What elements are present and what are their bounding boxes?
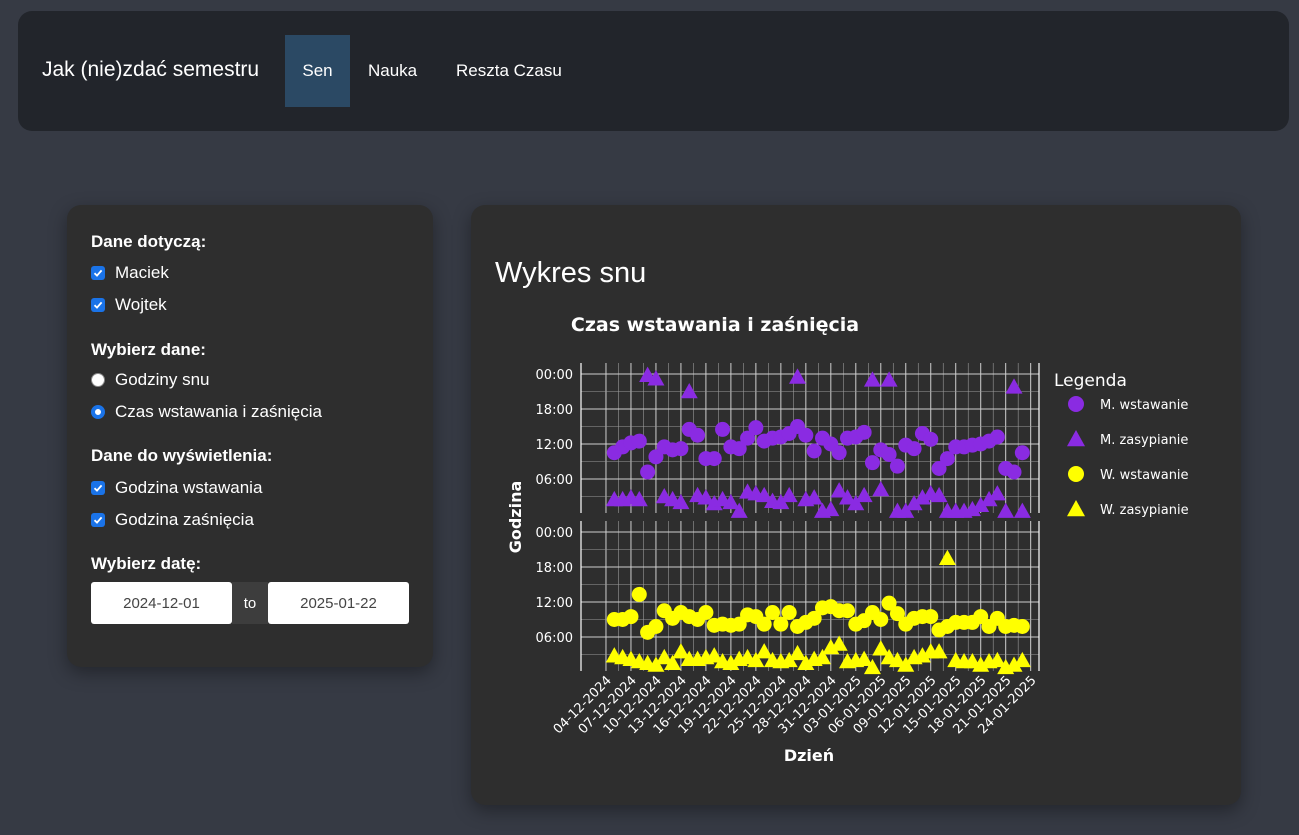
data-point (748, 420, 764, 436)
date-to-input[interactable]: 2025-01-22 (268, 582, 409, 624)
radio-label: Czas wstawania i zaśnięcia (115, 402, 322, 421)
legend-label: W. zasypianie (1100, 503, 1189, 518)
data-point (989, 429, 1005, 445)
brand-title[interactable]: Jak (nie)zdać semestru (42, 58, 259, 82)
y-tick-label: 06:00 (536, 631, 573, 646)
data-point (690, 427, 706, 443)
data-point (1005, 378, 1023, 394)
data-choice-heading: Wybierz dane: (91, 340, 206, 359)
data-point (923, 609, 939, 625)
checkbox-label: Godzina wstawania (115, 478, 263, 497)
data-point (906, 441, 922, 457)
checkbox-label: Wojtek (115, 295, 167, 314)
display-heading: Dane do wyświetlenia: (91, 446, 273, 465)
data-point (1014, 619, 1030, 634)
legend-marker (1068, 466, 1084, 482)
radio-option-hours[interactable]: Godziny snu (91, 369, 210, 391)
checkbox-wojtek[interactable] (91, 298, 105, 312)
data-point (631, 433, 647, 449)
sleep-chart: Czas wstawania i zaśnięcia 00:00 18:00 12:… (506, 314, 1189, 765)
checkbox-label: Godzina zaśnięcia (115, 510, 254, 529)
data-point (864, 455, 880, 471)
person-option-maciek[interactable]: Maciek (91, 262, 169, 284)
y-tick-label: 00:00 (536, 368, 573, 383)
data-point (872, 481, 890, 497)
data-point (938, 549, 956, 566)
data-point (839, 603, 855, 619)
data-point (698, 605, 714, 620)
legend-label: M. wstawanie (1100, 398, 1188, 413)
data-point (988, 485, 1006, 501)
data-point (1014, 445, 1030, 461)
data-point (1013, 651, 1031, 668)
data-point (781, 605, 797, 620)
display-option-sleep[interactable]: Godzina zaśnięcia (91, 509, 254, 531)
data-point (806, 443, 822, 459)
checkbox-maciek[interactable] (91, 266, 105, 280)
data-point (789, 644, 807, 661)
checkbox-label: Maciek (115, 263, 169, 282)
chart-title: Czas wstawania i zaśnięcia (571, 314, 859, 336)
persons-heading: Dane dotyczą: (91, 232, 207, 251)
data-point (680, 383, 698, 399)
checkbox-wake[interactable] (91, 481, 105, 495)
radio-option-times[interactable]: Czas wstawania i zaśnięcia (91, 401, 322, 423)
axis-layer: 00:00 18:00 12:00 06:00 00:00 18:00 12:00 06:00… (536, 363, 1040, 737)
data-point (923, 431, 939, 447)
data-point (789, 368, 807, 384)
data-point (648, 619, 664, 634)
data-point (873, 612, 889, 627)
data-point (715, 421, 731, 437)
y-tick-label: 12:00 (536, 438, 573, 453)
data-point (631, 586, 647, 602)
x-axis-label: Dzień (784, 746, 834, 765)
date-heading: Wybierz datę: (91, 554, 202, 573)
radio-hours[interactable] (91, 373, 105, 387)
nav-item-reszta-czasu[interactable]: Reszta Czasu (456, 35, 562, 107)
radio-label: Godziny snu (115, 370, 210, 389)
data-point (1006, 464, 1022, 480)
data-point (872, 640, 890, 656)
y-tick-label: 00:00 (536, 526, 573, 541)
legend-label: W. wstawanie (1100, 468, 1189, 483)
legend-marker (1067, 430, 1085, 447)
data-point (997, 502, 1015, 518)
y-tick-label: 18:00 (536, 403, 573, 418)
legend-marker (1067, 500, 1085, 517)
data-point (856, 424, 872, 440)
filter-panel: Dane dotyczą: Maciek Wojtek Wybierz dane… (67, 205, 433, 667)
nav-item-nauka[interactable]: Nauka (368, 35, 417, 107)
data-point (855, 486, 873, 503)
chart-card: Wykres snu Czas wstawania i zaśnięcia 00… (471, 205, 1241, 805)
legend: Legenda M. wstawanie M. zasypianie W. wsta… (1054, 371, 1189, 518)
date-from-input[interactable]: 2024-12-01 (91, 582, 232, 624)
legend-title: Legenda (1054, 371, 1127, 391)
y-tick-label: 12:00 (536, 596, 573, 611)
data-point (830, 635, 848, 651)
data-point (831, 445, 847, 461)
display-option-wake[interactable]: Godzina wstawania (91, 477, 262, 499)
radio-times[interactable] (91, 405, 105, 419)
legend-label: M. zasypianie (1100, 433, 1188, 448)
data-point (798, 427, 814, 443)
data-point (640, 464, 656, 480)
data-point (889, 458, 905, 474)
y-axis-label: Godzina (506, 481, 525, 554)
nav-item-sen[interactable]: Sen (285, 35, 350, 107)
y-tick-label: 06:00 (536, 473, 573, 488)
data-point (1013, 502, 1031, 518)
data-point (755, 643, 773, 659)
navbar: Jak (nie)zdać semestru Sen Nauka Reszta … (18, 11, 1289, 131)
date-range-separator: to (232, 582, 268, 624)
y-tick-label: 18:00 (536, 561, 573, 576)
checkbox-sleep[interactable] (91, 513, 105, 527)
person-option-wojtek[interactable]: Wojtek (91, 294, 167, 316)
legend-marker (1068, 396, 1084, 412)
data-point (673, 441, 689, 457)
data-point (706, 451, 722, 467)
data-point (623, 609, 639, 625)
data-point (780, 486, 798, 503)
